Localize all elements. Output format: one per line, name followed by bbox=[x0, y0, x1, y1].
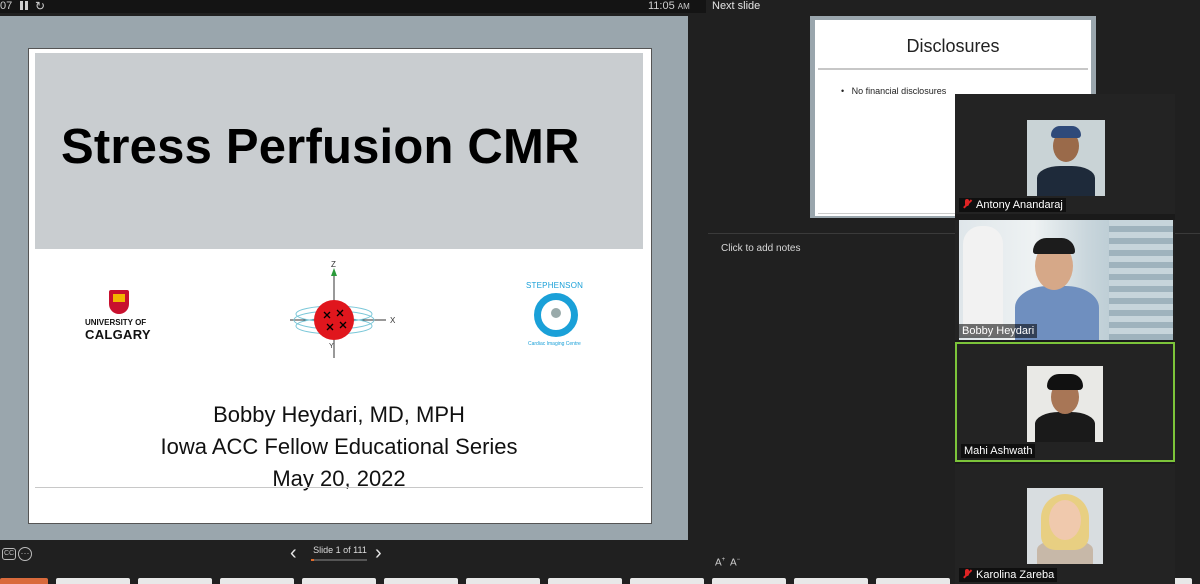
slide-content: Stress Perfusion CMR UNIVERSITY OF CALGA… bbox=[35, 53, 643, 503]
slide-progress-fill bbox=[311, 559, 315, 561]
slide-thumbnail[interactable] bbox=[220, 578, 294, 584]
magnetization-axis-diagram: Z X Y bbox=[290, 260, 396, 358]
current-slide[interactable]: Stress Perfusion CMR UNIVERSITY OF CALGA… bbox=[28, 48, 652, 524]
mic-muted-icon bbox=[962, 569, 972, 579]
previous-slide-button[interactable]: ‹ bbox=[290, 542, 297, 564]
participant-name-tag: Antony Anandaraj bbox=[959, 198, 1066, 212]
decrease-font-icon[interactable]: A− bbox=[730, 557, 740, 568]
slide-thumbnail[interactable] bbox=[794, 578, 868, 584]
participant-tile[interactable]: Karolina Zareba bbox=[955, 464, 1175, 584]
clock-ampm: AM bbox=[677, 2, 690, 11]
slide-thumbnail[interactable] bbox=[876, 578, 950, 584]
participant-video-gallery: Antony Anandaraj Bobby Heydari Mahi Ashw… bbox=[955, 94, 1175, 584]
reset-timer-icon[interactable]: ↻ bbox=[35, 0, 45, 13]
participant-name-tag: Bobby Heydari bbox=[959, 324, 1038, 338]
crest-icon bbox=[109, 290, 129, 314]
next-slide-button[interactable]: › bbox=[375, 542, 382, 564]
slide-thumbnail[interactable] bbox=[0, 578, 48, 584]
more-options-button[interactable]: ··· bbox=[18, 547, 32, 561]
next-slide-label: Next slide bbox=[712, 0, 761, 12]
participant-name-tag: Karolina Zareba bbox=[959, 568, 1058, 582]
mic-muted-icon bbox=[962, 199, 972, 209]
elapsed-timer: 07 bbox=[0, 0, 13, 12]
next-slide-rule bbox=[818, 68, 1088, 70]
slide-thumbnail[interactable] bbox=[630, 578, 704, 584]
participant-name: Karolina Zareba bbox=[976, 569, 1055, 581]
increase-font-icon[interactable]: A+ bbox=[715, 557, 725, 568]
z-axis-label: Z bbox=[331, 260, 336, 269]
stephenson-logo-sub: Cardiac Imaging Centre bbox=[528, 341, 581, 347]
slide-thumbnail[interactable] bbox=[712, 578, 786, 584]
participant-video bbox=[1027, 120, 1105, 196]
clock: 11:05 AM bbox=[648, 0, 690, 12]
participant-video bbox=[1027, 366, 1103, 442]
presenter-view: 07 ↻ 11:05 AM Stress Perfusion CMR UNIVE… bbox=[0, 0, 1200, 584]
slide-progress-bar bbox=[311, 559, 367, 561]
slide-thumbnail[interactable] bbox=[138, 578, 212, 584]
presenter-toolbar: 07 ↻ 11:05 AM bbox=[0, 0, 706, 13]
slide-thumbnail[interactable] bbox=[466, 578, 540, 584]
clock-time: 11:05 bbox=[648, 0, 675, 12]
uc-logo-line2: CALGARY bbox=[85, 327, 151, 342]
presenter-name: Bobby Heydari, MD, MPH bbox=[213, 402, 465, 427]
slide-title: Stress Perfusion CMR bbox=[61, 120, 580, 174]
stephenson-logo-name: STEPHENSON bbox=[526, 281, 584, 290]
speaker-notes[interactable]: Click to add notes bbox=[721, 243, 801, 254]
stephenson-centre-logo: STEPHENSON Cardiac Imaging Centre bbox=[522, 281, 592, 351]
slide-thumbnail[interactable] bbox=[384, 578, 458, 584]
participant-tile-active-speaker[interactable]: Mahi Ashwath bbox=[955, 342, 1175, 462]
participant-tile[interactable]: Bobby Heydari bbox=[955, 220, 1175, 340]
participant-video bbox=[959, 220, 1173, 340]
presentation-date: May 20, 2022 bbox=[272, 466, 406, 491]
current-slide-stage: Stress Perfusion CMR UNIVERSITY OF CALGA… bbox=[0, 16, 688, 540]
increase-font-label: A bbox=[715, 557, 722, 569]
stephenson-ring-icon bbox=[534, 293, 578, 337]
participant-name: Bobby Heydari bbox=[962, 325, 1035, 337]
slide-thumbnail[interactable] bbox=[548, 578, 622, 584]
participant-name: Antony Anandaraj bbox=[976, 199, 1063, 211]
participant-name-tag: Mahi Ashwath bbox=[961, 444, 1036, 458]
pause-timer-icon[interactable] bbox=[20, 1, 30, 11]
uc-logo-line1: UNIVERSITY OF bbox=[85, 318, 147, 327]
participant-name: Mahi Ashwath bbox=[964, 445, 1033, 457]
series-name: Iowa ACC Fellow Educational Series bbox=[160, 434, 518, 459]
participant-tile[interactable]: Antony Anandaraj bbox=[955, 94, 1175, 214]
slide-thumbnail[interactable] bbox=[56, 578, 130, 584]
slide-footer-rule bbox=[35, 487, 643, 488]
university-of-calgary-logo: UNIVERSITY OF CALGARY bbox=[85, 290, 155, 342]
next-slide-bullet-text: No financial disclosures bbox=[851, 86, 947, 96]
next-slide-bullet: • No financial disclosures bbox=[841, 86, 947, 96]
next-slide-title: Disclosures bbox=[906, 36, 1000, 56]
participant-video bbox=[1027, 488, 1103, 564]
captions-button[interactable]: CC bbox=[2, 548, 16, 560]
x-axis-label: X bbox=[390, 316, 396, 325]
decrease-font-label: A bbox=[730, 557, 737, 569]
y-axis-label: Y bbox=[329, 343, 334, 350]
slide-thumbnail[interactable] bbox=[302, 578, 376, 584]
slide-counter: Slide 1 of 111 bbox=[313, 545, 367, 555]
